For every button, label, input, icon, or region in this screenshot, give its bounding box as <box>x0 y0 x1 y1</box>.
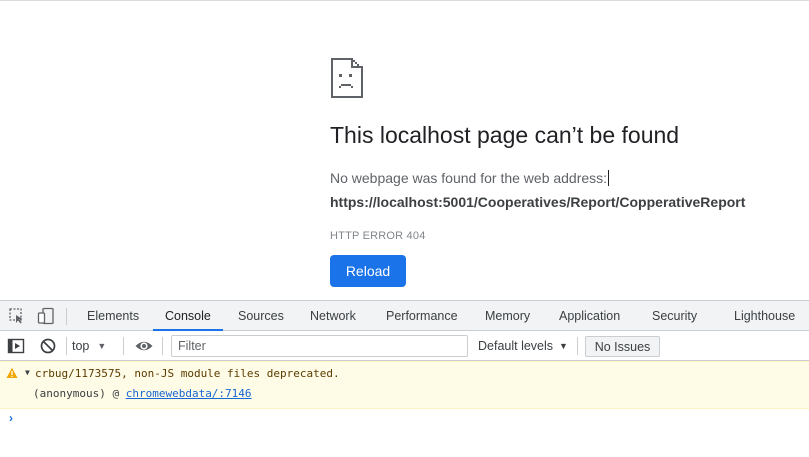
sad-document-icon <box>331 58 363 98</box>
dropdown-arrow-icon: ▼ <box>97 341 107 351</box>
error-code: HTTP ERROR 404 <box>330 230 426 242</box>
text-caret <box>608 170 610 186</box>
error-page: This localhost page can’t be found No we… <box>0 1 809 300</box>
stack-trace-line: (anonymous) @ chromewebdata/:7146 <box>33 387 252 400</box>
toolbar-divider <box>162 337 163 355</box>
tab-network[interactable]: Network <box>310 301 356 330</box>
issues-button[interactable]: No Issues <box>585 336 660 357</box>
tab-elements[interactable]: Elements <box>87 301 139 330</box>
inspect-element-icon[interactable] <box>8 307 26 325</box>
clear-console-icon[interactable] <box>39 337 57 355</box>
device-toolbar-icon[interactable] <box>37 307 55 325</box>
source-link[interactable]: chromewebdata/:7146 <box>126 387 252 400</box>
stack-prefix: (anonymous) @ <box>33 387 126 400</box>
tab-sources[interactable]: Sources <box>238 301 284 330</box>
toolbar-divider <box>123 337 124 355</box>
devtools-panel: Elements Console Sources Network Perform… <box>0 300 809 457</box>
warning-text: crbug/1173575, non-JS module files depre… <box>35 367 340 380</box>
reload-button[interactable]: Reload <box>330 255 406 287</box>
tab-security[interactable]: Security <box>652 301 697 330</box>
eye-icon[interactable] <box>134 337 154 355</box>
error-description: No webpage was found for the web address… <box>330 170 610 186</box>
console-toolbar: top ▼ Default levels ▼ No Issues <box>0 331 809 361</box>
tab-performance[interactable]: Performance <box>386 301 458 330</box>
error-description-text: No webpage was found for the web address… <box>330 170 608 186</box>
error-url: https://localhost:5001/Cooperatives/Repo… <box>330 194 746 210</box>
console-warning-message: ▼ crbug/1173575, non-JS module files dep… <box>0 361 809 409</box>
filter-input[interactable] <box>171 335 468 357</box>
context-value: top <box>72 339 90 353</box>
tabbar-divider <box>66 308 67 325</box>
toolbar-divider <box>66 337 67 355</box>
tab-lighthouse[interactable]: Lighthouse <box>734 301 795 330</box>
warning-icon <box>6 367 18 378</box>
log-levels-dropdown[interactable]: Default levels ▼ <box>478 336 568 356</box>
toolbar-divider <box>577 337 578 355</box>
devtools-tabbar: Elements Console Sources Network Perform… <box>0 300 809 331</box>
tab-application[interactable]: Application <box>559 301 620 330</box>
dropdown-arrow-icon: ▼ <box>559 341 568 351</box>
log-levels-label: Default levels <box>478 339 554 353</box>
console-prompt-icon[interactable]: › <box>9 411 13 425</box>
error-title: This localhost page can’t be found <box>330 122 680 148</box>
tab-memory[interactable]: Memory <box>485 301 530 330</box>
sidebar-toggle-icon[interactable] <box>7 337 25 355</box>
expand-triangle-icon[interactable]: ▼ <box>25 368 30 377</box>
context-selector[interactable]: top ▼ <box>72 336 106 356</box>
tab-console[interactable]: Console <box>153 301 223 331</box>
